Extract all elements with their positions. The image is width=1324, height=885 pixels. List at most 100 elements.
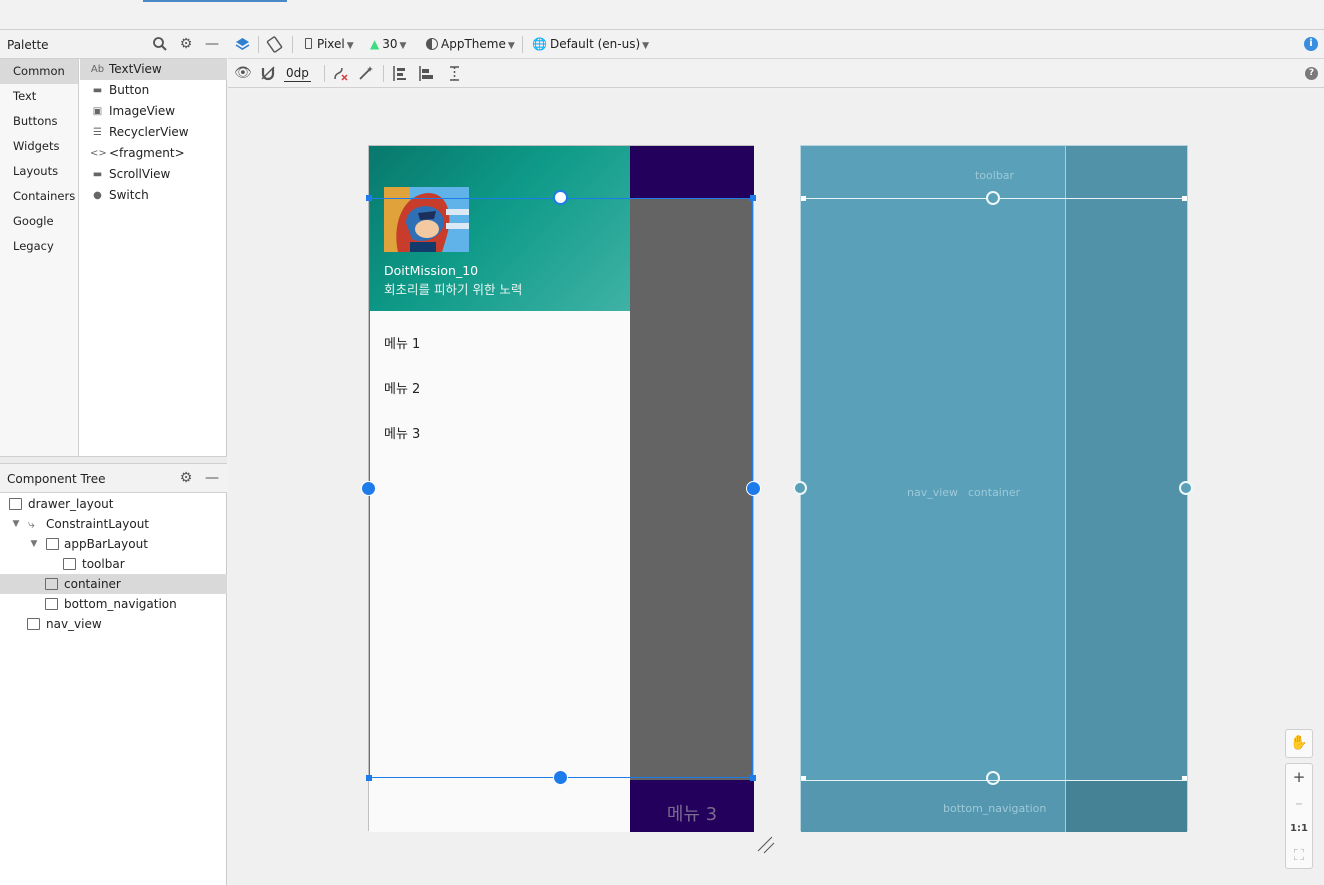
- resize-handle[interactable]: [750, 195, 756, 201]
- tree-node-label: toolbar: [82, 557, 125, 571]
- blueprint-toolbar-label: toolbar: [975, 169, 1015, 182]
- tree-node-label: drawer_layout: [28, 497, 114, 511]
- guidelines-icon[interactable]: [446, 65, 463, 82]
- gear-icon[interactable]: ⚙: [178, 470, 194, 486]
- tree-node-bottom-navigation[interactable]: bottom_navigation: [0, 594, 227, 614]
- palette-item-label: Button: [109, 83, 150, 97]
- blueprint-bottom-anchor-handle[interactable]: [986, 771, 1000, 785]
- palette-item-button[interactable]: ▬ Button: [80, 80, 227, 101]
- pack-icon[interactable]: [391, 65, 408, 82]
- design-toolbar: Pixel ▼ ▲ 30 ▼ AppTheme ▼ 🌐 Default (en-us) ▼ …: [228, 30, 1324, 59]
- palette-category-legacy[interactable]: Legacy: [0, 234, 78, 259]
- clear-constraints-icon[interactable]: [332, 65, 349, 82]
- pan-button[interactable]: ✋: [1285, 729, 1313, 758]
- palette-item-label: Switch: [109, 188, 149, 202]
- device-selector[interactable]: Pixel ▼: [305, 36, 354, 53]
- blueprint-bottom-label: bottom_navigation: [943, 802, 1047, 815]
- align-icon[interactable]: [418, 65, 435, 82]
- resize-handle[interactable]: [366, 775, 372, 781]
- right-anchor-handle[interactable]: [746, 481, 761, 496]
- gear-icon[interactable]: ⚙: [178, 36, 194, 52]
- palette-category-widgets[interactable]: Widgets: [0, 134, 78, 159]
- code-icon: <>: [90, 148, 107, 159]
- palette-item-imageview[interactable]: ▣ ImageView: [80, 101, 227, 122]
- chevron-down-icon: ▼: [399, 41, 407, 51]
- panel-splitter[interactable]: [0, 456, 227, 464]
- expand-arrow-icon[interactable]: ▼: [10, 514, 22, 534]
- palette-category-layouts[interactable]: Layouts: [0, 159, 78, 184]
- bottom-anchor-handle[interactable]: [553, 770, 568, 785]
- theme-selector[interactable]: AppTheme ▼: [426, 36, 515, 53]
- help-icon[interactable]: ?: [1305, 67, 1318, 80]
- component-tree-title: Component Tree: [7, 472, 106, 486]
- list-icon: ☰: [93, 127, 102, 138]
- tree-node-drawer-layout[interactable]: drawer_layout: [0, 494, 227, 514]
- resize-handle[interactable]: [366, 195, 372, 201]
- toolbar-preview[interactable]: [630, 146, 754, 199]
- palette-item-label: TextView: [109, 62, 162, 76]
- blueprint-container-label: container: [968, 486, 1021, 499]
- locale-selector[interactable]: 🌐 Default (en-us) ▼: [532, 36, 649, 53]
- zoom-controls: + – 1:1 ⛶: [1285, 763, 1313, 869]
- palette-item-textview[interactable]: Ab TextView: [80, 59, 227, 80]
- minimize-icon[interactable]: —: [204, 36, 220, 52]
- blueprint-resize-handle[interactable]: [801, 196, 806, 201]
- api-label: 30: [382, 37, 398, 51]
- left-anchor-handle[interactable]: [361, 481, 376, 496]
- tree-node-toolbar[interactable]: toolbar: [0, 554, 227, 574]
- chevron-down-icon: ▼: [642, 41, 650, 51]
- tree-node-label: ConstraintLayout: [46, 517, 150, 531]
- drawer-layout-icon: [9, 498, 22, 510]
- resize-grip-icon[interactable]: [756, 835, 776, 855]
- minimize-icon[interactable]: —: [204, 470, 220, 486]
- tree-node-label: bottom_navigation: [64, 597, 177, 611]
- orientation-icon[interactable]: [266, 36, 283, 53]
- palette-item-scrollview[interactable]: ▬ ScrollView: [80, 164, 227, 185]
- zoom-in-button[interactable]: +: [1286, 764, 1312, 790]
- blueprint-nav-label: nav_view: [907, 486, 959, 499]
- default-margin-value: 0dp: [286, 66, 309, 80]
- palette-item-label: ImageView: [109, 104, 176, 118]
- component-tree-header: Component Tree ⚙ —: [0, 464, 227, 493]
- search-icon[interactable]: [152, 36, 168, 52]
- blueprint-right-anchor-handle[interactable]: [1179, 481, 1193, 495]
- zoom-to-fit-button[interactable]: ⛶: [1286, 842, 1312, 868]
- palette-category-google[interactable]: Google: [0, 209, 78, 234]
- palette-item-switch[interactable]: ● Switch: [80, 185, 227, 206]
- blueprint-right-band: [1065, 146, 1187, 780]
- tree-node-container[interactable]: container: [0, 574, 227, 594]
- palette-item-label: ScrollView: [109, 167, 171, 181]
- palette-title: Palette: [7, 38, 49, 52]
- blueprint-top-anchor-handle[interactable]: [986, 191, 1000, 205]
- blueprint-bottom-right-band: [1065, 780, 1187, 832]
- constraint-toolbar: 👁 0dp ?: [228, 59, 1324, 88]
- blueprint-preview[interactable]: toolbar nav_view container bottom_naviga…: [793, 145, 1193, 832]
- blueprint-left-anchor-handle[interactable]: [793, 481, 807, 495]
- palette-category-containers[interactable]: Containers: [0, 184, 78, 209]
- palette-item-label: RecyclerView: [109, 125, 189, 139]
- palette-item-fragment[interactable]: <> <fragment>: [80, 143, 227, 164]
- eye-icon[interactable]: 👁: [234, 65, 252, 82]
- palette-item-label: <fragment>: [109, 146, 185, 160]
- zoom-out-button[interactable]: –: [1286, 790, 1312, 816]
- api-selector[interactable]: ▲ 30 ▼: [370, 36, 406, 53]
- resize-handle[interactable]: [750, 775, 756, 781]
- palette-category-buttons[interactable]: Buttons: [0, 109, 78, 134]
- top-anchor-handle[interactable]: [553, 190, 568, 205]
- tree-node-constraintlayout[interactable]: ▼ ⤷ ConstraintLayout: [0, 514, 227, 534]
- default-margin-field[interactable]: 0dp: [284, 65, 311, 82]
- expand-arrow-icon[interactable]: ▼: [28, 534, 40, 554]
- palette-category-text[interactable]: Text: [0, 84, 78, 109]
- magic-wand-icon[interactable]: [358, 65, 374, 82]
- tree-node-appbarlayout[interactable]: ▼ appBarLayout: [0, 534, 227, 554]
- palette-item-recyclerview[interactable]: ☰ RecyclerView: [80, 122, 227, 143]
- layers-icon[interactable]: [234, 36, 251, 53]
- tree-node-nav-view[interactable]: nav_view: [0, 614, 227, 634]
- magnet-off-icon[interactable]: [260, 65, 276, 82]
- bottom-navigation-label: 메뉴 3: [666, 804, 718, 825]
- device-label: Pixel: [317, 37, 345, 51]
- info-icon[interactable]: i: [1304, 37, 1318, 51]
- zoom-actual-size-button[interactable]: 1:1: [1286, 816, 1312, 842]
- blueprint-resize-handle[interactable]: [1182, 196, 1187, 201]
- palette-category-common[interactable]: Common: [0, 59, 78, 84]
